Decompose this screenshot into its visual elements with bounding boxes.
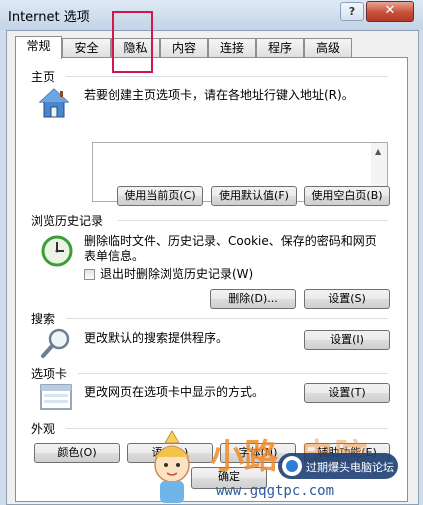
close-button[interactable]: ✕ [366, 1, 414, 22]
watermark-site: www.gqgtpc.com [216, 483, 334, 499]
tabs-window-icon [40, 384, 72, 410]
section-divider [66, 76, 388, 77]
tab-connections[interactable]: 连接 [208, 38, 256, 57]
home-icon [38, 88, 70, 118]
tab-general[interactable]: 常规 [15, 36, 62, 59]
history-settings-button[interactable]: 设置(S) [304, 289, 390, 309]
tab-strip: 常规 安全 隐私 内容 连接 程序 高级 [15, 36, 410, 59]
window-title: Internet 选项 [8, 10, 90, 25]
history-section-title: 浏览历史记录 [31, 214, 104, 228]
section-divider [66, 318, 388, 319]
use-blank-button[interactable]: 使用空白页(B) [304, 186, 390, 206]
search-settings-button[interactable]: 设置(I) [304, 330, 390, 350]
delete-on-exit-label: 退出时删除浏览历史记录(W) [100, 267, 254, 281]
section-divider [78, 373, 388, 374]
watermark-overlay: 小路 电脑 www.gqgtpc.com 过期爆头电脑论坛 [154, 430, 398, 503]
forum-badge-text: 过期爆头电脑论坛 [306, 460, 394, 474]
tab-security[interactable]: 安全 [62, 38, 111, 57]
use-current-button[interactable]: 使用当前页(C) [117, 186, 203, 206]
section-divider [118, 220, 388, 221]
tab-content[interactable]: 内容 [160, 38, 208, 57]
delete-on-exit-checkbox[interactable] [84, 269, 95, 280]
use-default-button[interactable]: 使用默认值(F) [211, 186, 297, 206]
mascot-logo [154, 430, 190, 503]
magnifier-icon [41, 328, 70, 358]
homepage-instruction: 若要创建主页选项卡，请在各地址行键入地址(R)。 [84, 88, 354, 102]
tab-advanced[interactable]: 高级 [304, 38, 352, 57]
history-description: 删除临时文件、历史记录、Cookie、保存的密码和网页表单信息。 [84, 234, 377, 263]
tabs-description: 更改网页在选项卡中显示的方式。 [84, 385, 265, 399]
help-button[interactable]: ? [340, 2, 364, 21]
forum-badge: 过期爆头电脑论坛 [278, 453, 398, 479]
scroll-up-icon[interactable]: ▲ [375, 147, 381, 156]
highlight-rectangle [112, 11, 153, 73]
search-section-title: 搜索 [31, 312, 56, 326]
homepage-section-title: 主页 [31, 70, 56, 84]
watermark-text: 小路 [210, 437, 279, 477]
title-bar: Internet 选项 ? ✕ [0, 0, 423, 30]
history-clock-icon [41, 235, 73, 267]
tab-programs[interactable]: 程序 [256, 38, 304, 57]
search-description: 更改默认的搜索提供程序。 [84, 331, 229, 345]
delete-history-button[interactable]: 删除(D)... [210, 289, 296, 309]
tabs-settings-button[interactable]: 设置(T) [304, 383, 390, 403]
tabs-section-title: 选项卡 [31, 367, 68, 381]
